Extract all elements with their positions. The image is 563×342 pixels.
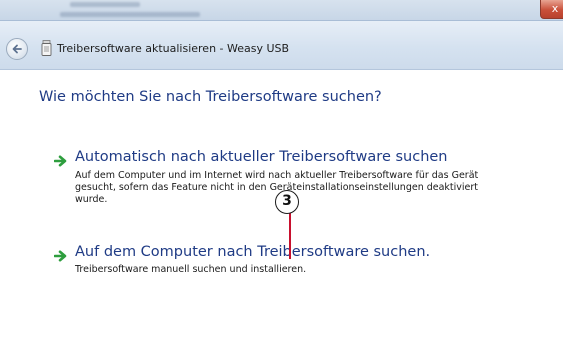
page-heading: Wie möchten Sie nach Treibersoftware suc… [39,89,382,105]
background-blur-text [60,12,200,17]
option-browse-computer[interactable]: Auf dem Computer nach Treibersoftware su… [75,244,430,260]
back-button[interactable] [6,38,28,60]
green-arrow-icon [54,250,67,262]
background-window [0,0,563,22]
back-arrow-icon [12,44,22,54]
window-title: Treibersoftware aktualisieren - Weasy US… [57,42,290,55]
callout-line [289,213,291,259]
option-browse-description: Treibersoftware manuell suchen und insta… [75,264,307,275]
callout-marker: 3 [275,190,299,214]
usb-device-icon [41,40,52,56]
close-button[interactable]: x [540,0,563,19]
option-automatic-search[interactable]: Automatisch nach aktueller Treibersoftwa… [75,149,448,165]
green-arrow-icon [54,155,67,167]
background-blur-text [70,2,140,7]
close-icon: x [551,2,559,15]
